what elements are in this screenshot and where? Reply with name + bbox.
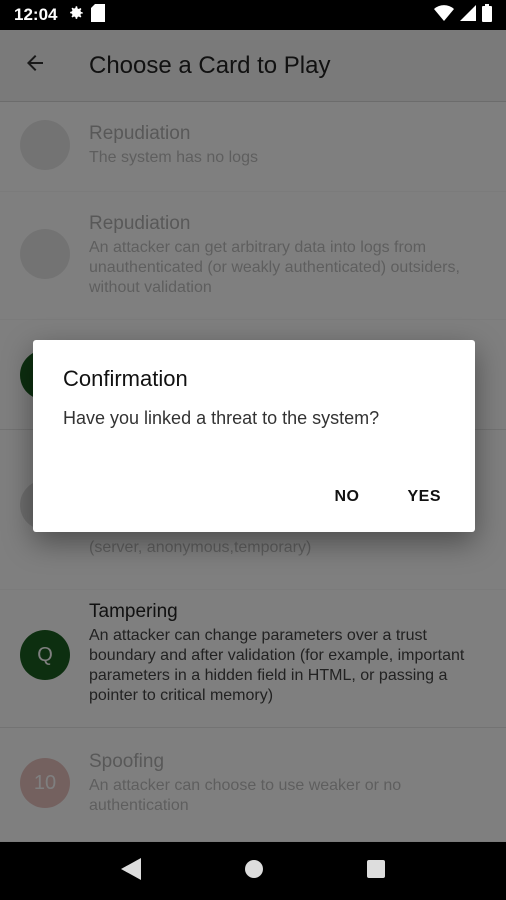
settings-icon	[67, 4, 85, 27]
back-nav-button[interactable]	[121, 857, 142, 885]
triangle-back-icon	[121, 857, 142, 880]
navigation-bar	[0, 842, 506, 900]
sd-card-icon	[91, 3, 106, 27]
yes-button[interactable]: YES	[393, 478, 455, 516]
no-button[interactable]: NO	[320, 478, 373, 516]
status-bar: 12:04	[0, 0, 506, 30]
confirmation-dialog: Confirmation Have you linked a threat to…	[33, 340, 475, 532]
battery-icon	[482, 3, 492, 27]
dialog-message: Have you linked a threat to the system?	[63, 408, 380, 428]
dialog-title: Confirmation	[63, 366, 188, 391]
status-time: 12:04	[14, 5, 58, 24]
home-nav-button[interactable]	[244, 859, 264, 884]
signal-icon	[460, 4, 476, 26]
square-recents-icon	[366, 859, 385, 878]
recents-nav-button[interactable]	[366, 859, 385, 883]
circle-home-icon	[244, 859, 263, 878]
wifi-icon	[434, 4, 454, 26]
